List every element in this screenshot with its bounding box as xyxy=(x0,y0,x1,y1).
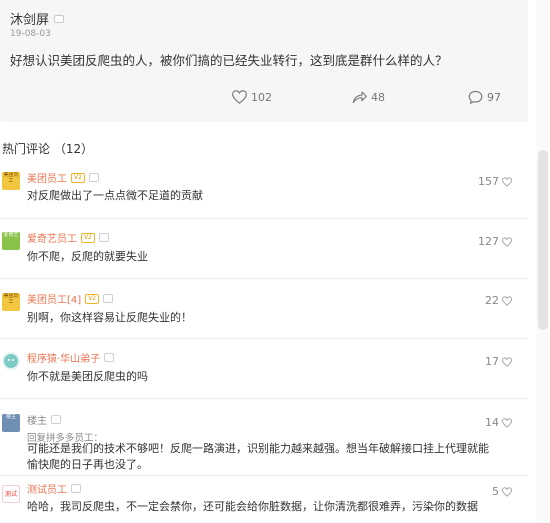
vip-badge: V2 xyxy=(81,232,95,243)
comment-text: 哈哈，我司反爬虫，不一定会禁你，还可能会给你脏数据，让你清洗都很难弄，污染你的数… xyxy=(27,500,478,513)
avatar[interactable] xyxy=(2,352,20,370)
heart-icon xyxy=(502,176,512,187)
comment-bubble-icon xyxy=(468,90,483,104)
comment-like-count: 22 xyxy=(485,294,499,307)
share-count: 48 xyxy=(371,90,385,104)
comment-author[interactable]: 程序猿·华山弟子 xyxy=(27,350,100,365)
user-badge-icon xyxy=(103,294,114,303)
heart-icon xyxy=(502,486,512,497)
comment-like-count: 17 xyxy=(485,355,499,368)
avatar[interactable]: 美团员工 xyxy=(2,172,20,190)
comment-like-button[interactable]: 5 xyxy=(492,485,512,498)
heart-icon xyxy=(502,236,512,247)
comment-author[interactable]: 爱奇艺员工 xyxy=(27,230,77,245)
divider xyxy=(0,278,528,279)
comment-like-button[interactable]: 127 xyxy=(478,235,512,248)
divider xyxy=(0,338,528,339)
post-actions: 102 48 97 xyxy=(0,90,528,110)
comment-author[interactable]: 楼主 xyxy=(27,412,47,427)
post-text: 好想认识美团反爬虫的人，被你们搞的已经失业转行，这到底是群什么样的人？ xyxy=(10,53,448,68)
share-arrow-icon xyxy=(352,91,367,104)
comment-author[interactable]: 测试员工 xyxy=(27,481,67,496)
comment-like-button[interactable]: 17 xyxy=(485,355,512,368)
heart-icon xyxy=(502,295,512,306)
comment-author[interactable]: 美团员工 xyxy=(27,170,67,185)
comment-like-button[interactable]: 22 xyxy=(485,294,512,307)
comment-text: 你不就是美团反爬虫的吗 xyxy=(27,370,148,383)
post-date: 19-08-03 xyxy=(10,29,51,39)
post-header: 沐剑屏 xyxy=(10,9,65,28)
vip-badge: V2 xyxy=(71,172,85,183)
comment-text: 你不爬，反爬的就要失业 xyxy=(27,250,148,263)
comment-like-count: 5 xyxy=(492,485,499,498)
heart-icon xyxy=(502,417,512,428)
comment-like-count: 157 xyxy=(478,175,499,188)
comment-like-button[interactable]: 14 xyxy=(485,416,512,429)
comment-text: 别啊，你这样容易让反爬失业的！ xyxy=(27,311,192,324)
user-badge-icon xyxy=(99,233,109,242)
user-badge-icon xyxy=(51,415,61,424)
comment-like-button[interactable]: 157 xyxy=(478,175,512,188)
hot-comments-title: 热门评论 （12） xyxy=(2,142,94,156)
share-button[interactable]: 48 xyxy=(352,90,385,104)
divider xyxy=(0,398,528,399)
comment-like-count: 14 xyxy=(485,416,499,429)
avatar[interactable]: 测试 xyxy=(2,485,20,503)
avatar[interactable]: 楼主 xyxy=(2,414,20,432)
divider xyxy=(0,475,528,476)
comment-like-count: 127 xyxy=(478,235,499,248)
cartoon-avatar-icon xyxy=(4,354,18,368)
comment-text: 对反爬做出了一点点微不足道的贡献 xyxy=(27,189,203,202)
heart-icon xyxy=(232,90,247,104)
vip-badge: V2 xyxy=(85,293,100,304)
user-badge-icon xyxy=(54,14,65,23)
user-badge-icon xyxy=(89,173,99,182)
comment-text: 可能还是我们的技术不够吧！反爬一路演进，识别能力越来越强。想当年破解接口挂上代理… xyxy=(27,442,489,471)
like-button[interactable]: 102 xyxy=(232,90,272,104)
scrollbar[interactable] xyxy=(536,0,550,523)
avatar[interactable]: 美团员工 xyxy=(2,293,20,311)
like-count: 102 xyxy=(251,90,272,104)
user-badge-icon xyxy=(104,353,115,362)
comment-count: 97 xyxy=(487,90,501,104)
divider xyxy=(0,218,528,219)
avatar[interactable]: 爱奇艺 xyxy=(2,232,20,250)
user-badge-icon xyxy=(71,484,81,493)
post-card: 沐剑屏 19-08-03 好想认识美团反爬虫的人，被你们搞的已经失业转行，这到底… xyxy=(0,0,528,122)
heart-icon xyxy=(502,356,512,367)
post-author[interactable]: 沐剑屏 xyxy=(10,9,49,28)
comment-author[interactable]: 美团员工[4] xyxy=(27,291,81,306)
scrollbar-thumb[interactable] xyxy=(538,150,548,330)
